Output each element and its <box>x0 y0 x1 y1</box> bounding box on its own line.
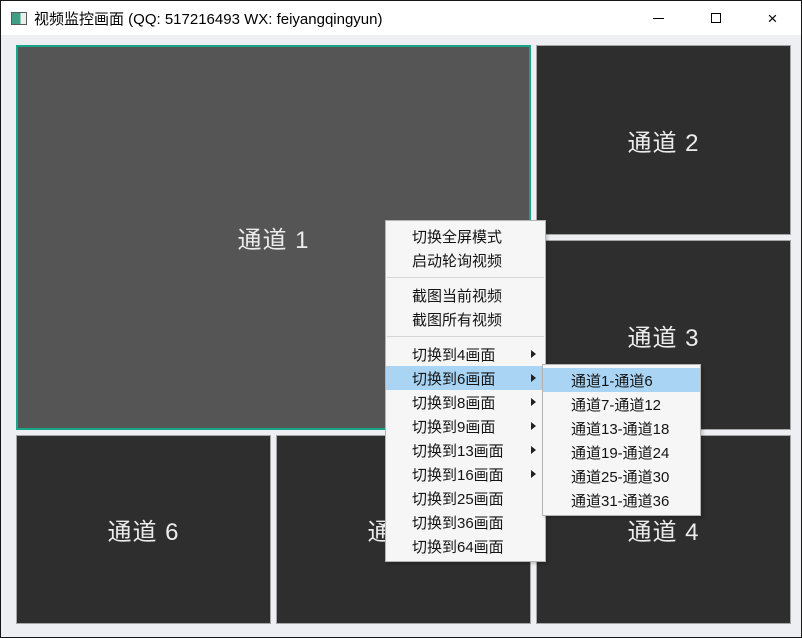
menu-item-fullscreen[interactable]: 切换全屏模式 <box>386 224 545 248</box>
channel-label: 通道 3 <box>627 318 699 353</box>
menu-item-start-polling[interactable]: 启动轮询视频 <box>386 248 545 272</box>
menu-item-switch-25[interactable]: 切换到25画面 <box>386 486 545 510</box>
menu-item-label: 切换到36画面 <box>412 512 504 533</box>
menu-item-label: 通道13-通道18 <box>571 418 669 439</box>
channel-label: 通道 2 <box>627 123 699 158</box>
menu-item-switch-6[interactable]: 切换到6画面 <box>386 366 545 390</box>
menu-item-label: 切换到4画面 <box>412 344 495 365</box>
channel-panel-6[interactable]: 通道 6 <box>16 435 271 624</box>
menu-separator <box>387 277 544 278</box>
menu-item-label: 通道31-通道36 <box>571 490 669 511</box>
channel-label: 通道 1 <box>237 220 309 255</box>
menu-item-snapshot-all[interactable]: 截图所有视频 <box>386 307 545 331</box>
app-window: 视频监控画面 (QQ: 517216493 WX: feiyangqingyun… <box>0 0 802 638</box>
submenu-item-ch7-12[interactable]: 通道7-通道12 <box>543 392 700 416</box>
channel-label: 通道 6 <box>107 512 179 547</box>
menu-item-label: 截图所有视频 <box>412 309 502 330</box>
maximize-button[interactable] <box>687 1 744 35</box>
maximize-icon <box>711 13 721 23</box>
submenu-arrow-icon <box>531 350 536 358</box>
context-menu: 切换全屏模式 启动轮询视频 截图当前视频 截图所有视频 切换到4画面 切换到6画… <box>385 220 546 562</box>
menu-item-snapshot-current[interactable]: 截图当前视频 <box>386 283 545 307</box>
minimize-icon <box>653 18 664 19</box>
menu-item-label: 切换到13画面 <box>412 440 504 461</box>
submenu-item-ch13-18[interactable]: 通道13-通道18 <box>543 416 700 440</box>
close-icon: × <box>768 10 778 27</box>
submenu-item-ch1-6[interactable]: 通道1-通道6 <box>543 368 700 392</box>
submenu-arrow-icon <box>531 446 536 454</box>
menu-item-label: 切换到8画面 <box>412 392 495 413</box>
submenu-item-ch25-30[interactable]: 通道25-通道30 <box>543 464 700 488</box>
window-controls: × <box>630 1 801 35</box>
submenu-item-ch19-24[interactable]: 通道19-通道24 <box>543 440 700 464</box>
menu-item-switch-36[interactable]: 切换到36画面 <box>386 510 545 534</box>
channel-panel-2[interactable]: 通道 2 <box>536 45 791 235</box>
menu-item-label: 通道25-通道30 <box>571 466 669 487</box>
close-button[interactable]: × <box>744 1 801 35</box>
menu-item-switch-8[interactable]: 切换到8画面 <box>386 390 545 414</box>
menu-item-switch-64[interactable]: 切换到64画面 <box>386 534 545 558</box>
submenu-arrow-icon <box>531 422 536 430</box>
submenu-arrow-icon <box>531 398 536 406</box>
menu-item-switch-16[interactable]: 切换到16画面 <box>386 462 545 486</box>
menu-item-label: 切换全屏模式 <box>412 226 502 247</box>
menu-item-switch-4[interactable]: 切换到4画面 <box>386 342 545 366</box>
submenu-item-ch31-36[interactable]: 通道31-通道36 <box>543 488 700 512</box>
menu-item-label: 通道1-通道6 <box>571 370 653 391</box>
menu-item-switch-9[interactable]: 切换到9画面 <box>386 414 545 438</box>
app-icon <box>11 12 27 25</box>
menu-item-label: 切换到16画面 <box>412 464 504 485</box>
window-title: 视频监控画面 (QQ: 517216493 WX: feiyangqingyun… <box>34 8 383 29</box>
submenu-arrow-icon <box>531 374 536 382</box>
minimize-button[interactable] <box>630 1 687 35</box>
menu-item-label: 通道19-通道24 <box>571 442 669 463</box>
menu-item-switch-13[interactable]: 切换到13画面 <box>386 438 545 462</box>
submenu-arrow-icon <box>531 470 536 478</box>
menu-item-label: 切换到9画面 <box>412 416 495 437</box>
menu-item-label: 切换到64画面 <box>412 536 504 557</box>
menu-item-label: 通道7-通道12 <box>571 394 661 415</box>
channel-label: 通道 4 <box>627 512 699 547</box>
menu-item-label: 启动轮询视频 <box>412 250 502 271</box>
submenu: 通道1-通道6 通道7-通道12 通道13-通道18 通道19-通道24 通道2… <box>542 364 701 516</box>
menu-item-label: 截图当前视频 <box>412 285 502 306</box>
menu-item-label: 切换到25画面 <box>412 488 504 509</box>
titlebar[interactable]: 视频监控画面 (QQ: 517216493 WX: feiyangqingyun… <box>1 1 801 35</box>
menu-separator <box>387 336 544 337</box>
menu-item-label: 切换到6画面 <box>412 368 495 389</box>
